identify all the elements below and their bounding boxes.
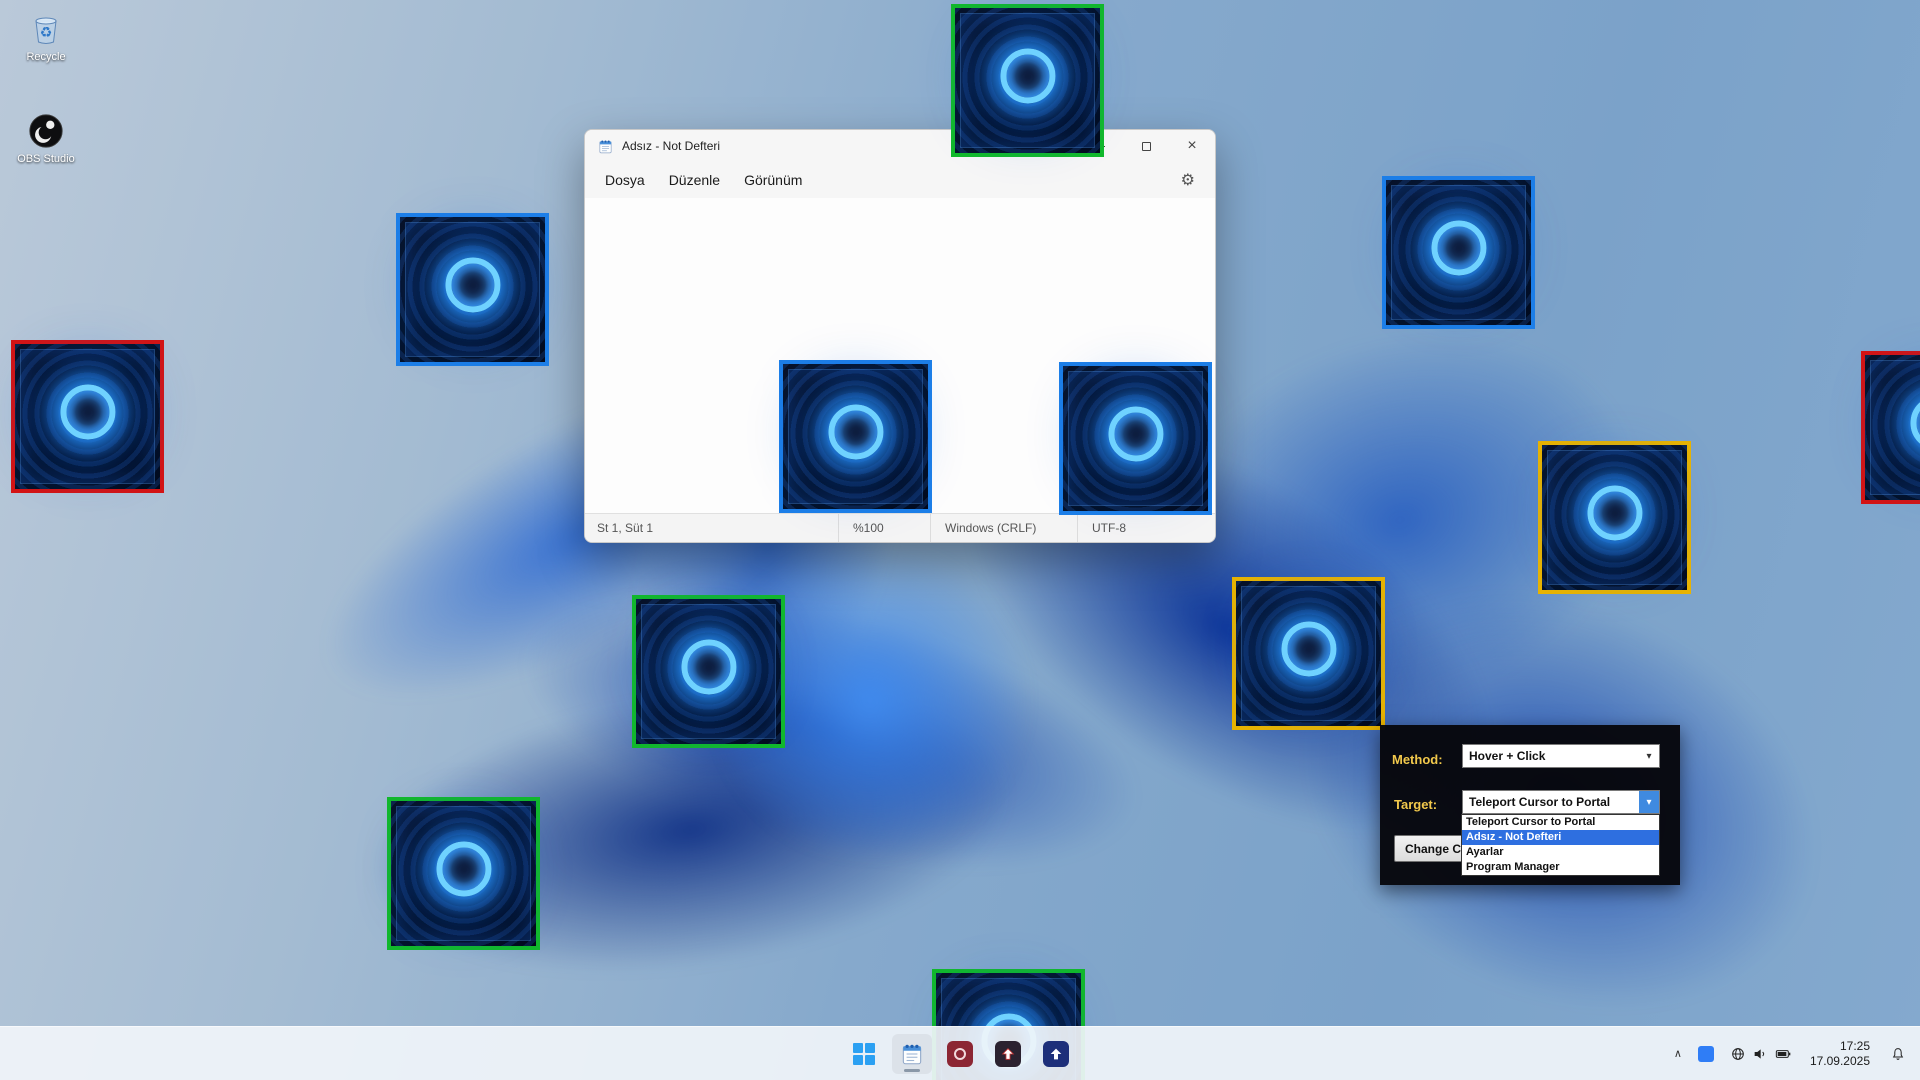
notepad-titlebar[interactable]: Adsız - Not Defteri — [585, 130, 1215, 162]
portal-6[interactable] — [1059, 362, 1212, 515]
red-app-icon — [947, 1041, 973, 1067]
method-label: Method: — [1392, 752, 1443, 767]
portal-10[interactable] — [1232, 577, 1385, 730]
volume-speaker-icon — [1752, 1046, 1768, 1062]
maximize-button[interactable] — [1123, 130, 1169, 162]
notepad-menubar-items: DosyaDüzenleGörünüm — [595, 167, 812, 193]
dropdown-option-3[interactable]: Ayarlar — [1462, 845, 1659, 860]
battery-icon — [1774, 1046, 1792, 1062]
taskbar: ∧ 17:25 17.09.2025 — [0, 1026, 1920, 1080]
target-label: Target: — [1394, 797, 1437, 812]
up-arrow-app-icon — [995, 1041, 1021, 1067]
notepad-menubar: DosyaDüzenleGörünüm — [585, 162, 1215, 198]
windows-logo-icon — [853, 1043, 875, 1065]
notepad-icon — [597, 138, 614, 155]
status-cursor-position: St 1, Süt 1 — [585, 514, 838, 542]
portal-ring-icon — [1281, 622, 1336, 677]
portal-control-panel: Method: Hover + Click ▾ Target: Teleport… — [1380, 725, 1680, 885]
network-globe-icon — [1730, 1046, 1746, 1062]
portal-ring-icon — [60, 385, 115, 440]
menu-edit[interactable]: Düzenle — [659, 167, 730, 193]
desktop-icon-label: OBS Studio — [17, 153, 74, 165]
chevron-down-icon: ▾ — [1639, 791, 1659, 813]
status-line-ending: Windows (CRLF) — [930, 514, 1077, 542]
system-tray: ∧ 17:25 17.09.2025 — [1668, 1027, 1914, 1080]
portal-ring-icon — [1431, 221, 1486, 276]
settings-gear-icon[interactable] — [1171, 166, 1205, 194]
menu-file[interactable]: Dosya — [595, 167, 655, 193]
notification-bell-icon[interactable] — [1882, 1042, 1914, 1066]
portal-ring-icon — [445, 258, 500, 313]
portal-ring-icon — [1000, 49, 1055, 104]
portal-2[interactable] — [396, 213, 549, 366]
svg-text:♻: ♻ — [40, 24, 53, 40]
menu-view[interactable]: Görünüm — [734, 167, 812, 193]
portal-1[interactable] — [951, 4, 1104, 157]
desktop-icon-label: Recycle — [26, 51, 65, 63]
maximize-icon — [1142, 142, 1151, 151]
close-icon — [1187, 138, 1196, 154]
portal-5[interactable] — [779, 360, 932, 513]
portal-8[interactable] — [1861, 351, 1920, 504]
portal-ring-icon — [1587, 486, 1642, 541]
window-title: Adsız - Not Defteri — [622, 139, 720, 153]
taskbar-blue-arrow-app-button[interactable] — [1036, 1034, 1076, 1074]
taskbar-notepad-button[interactable] — [892, 1034, 932, 1074]
target-dropdown-value: Teleport Cursor to Portal — [1469, 795, 1610, 809]
portal-11[interactable] — [387, 797, 540, 950]
taskbar-app-group — [844, 1034, 1076, 1074]
desktop-icon-recycle-bin[interactable]: ♻ Recycle — [8, 8, 84, 63]
portal-ring-icon — [1910, 396, 1920, 451]
status-zoom-level: %100 — [838, 514, 930, 542]
portal-3[interactable] — [11, 340, 164, 493]
dropdown-option-4[interactable]: Program Manager — [1462, 860, 1659, 875]
method-dropdown-value: Hover + Click — [1469, 749, 1545, 763]
target-dropdown-list: Teleport Cursor to PortalAdsız - Not Def… — [1461, 814, 1660, 876]
obs-studio-icon — [27, 112, 65, 150]
notepad-statusbar: St 1, Süt 1 %100 Windows (CRLF) UTF-8 — [585, 513, 1215, 542]
portal-ring-icon — [436, 842, 491, 897]
taskbar-clock[interactable]: 17:25 17.09.2025 — [1802, 1037, 1878, 1071]
start-button[interactable] — [844, 1034, 884, 1074]
portal-7[interactable] — [1538, 441, 1691, 594]
desktop-icon-obs-studio[interactable]: OBS Studio — [8, 112, 84, 165]
portal-ring-icon — [828, 405, 883, 460]
target-dropdown[interactable]: Teleport Cursor to Portal ▾ — [1462, 790, 1660, 814]
dropdown-option-2[interactable]: Adsız - Not Defteri — [1462, 830, 1659, 845]
tray-overflow-chevron-icon[interactable]: ∧ — [1668, 1043, 1688, 1064]
recycle-bin-icon: ♻ — [26, 8, 66, 48]
clock-time: 17:25 — [1810, 1039, 1870, 1054]
up-arrow-app-icon — [1043, 1041, 1069, 1067]
notepad-icon — [899, 1041, 925, 1067]
portal-ring-icon — [681, 640, 736, 695]
dropdown-option-1[interactable]: Teleport Cursor to Portal — [1462, 815, 1659, 830]
close-button[interactable] — [1169, 130, 1215, 162]
chevron-down-icon: ▾ — [1639, 745, 1659, 767]
taskbar-red-app-button[interactable] — [940, 1034, 980, 1074]
portal-9[interactable] — [632, 595, 785, 748]
portal-4[interactable] — [1382, 176, 1535, 329]
taskbar-dark-arrow-app-button[interactable] — [988, 1034, 1028, 1074]
tray-blue-app-icon[interactable] — [1692, 1042, 1720, 1066]
status-encoding: UTF-8 — [1077, 514, 1215, 542]
tray-status-group[interactable] — [1724, 1042, 1798, 1066]
portal-ring-icon — [1108, 407, 1163, 462]
clock-date: 17.09.2025 — [1810, 1054, 1870, 1069]
method-dropdown[interactable]: Hover + Click ▾ — [1462, 744, 1660, 768]
